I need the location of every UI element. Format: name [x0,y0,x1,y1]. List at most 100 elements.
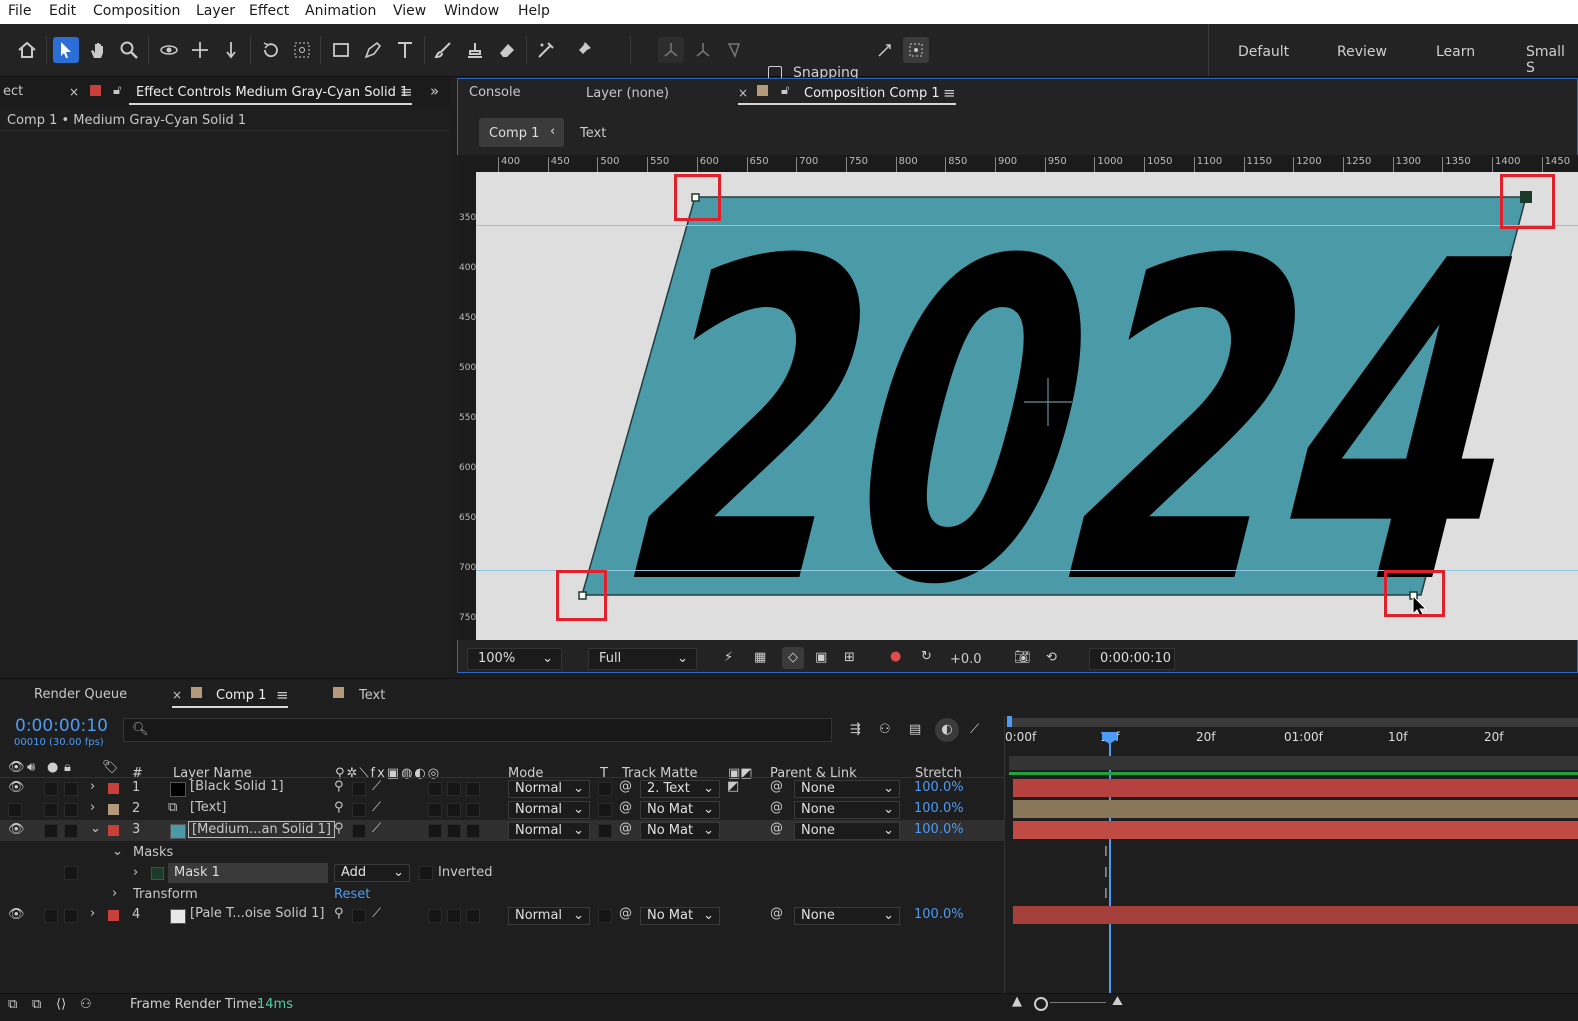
collapse-switch[interactable] [352,824,366,838]
layer-name[interactable]: [Pale T...oise Solid 1] [190,906,324,921]
layer-duration-bar[interactable] [1013,906,1578,924]
layer-label-color[interactable] [108,783,119,794]
parent-pick-whip-icon[interactable]: @ [770,779,783,794]
hand-icon[interactable] [85,37,111,63]
parent-dropdown[interactable]: None ⌄ [794,801,900,819]
menu-file[interactable]: File [8,3,31,19]
layer-label-color[interactable] [108,804,119,815]
motion-blur-icon[interactable]: ◐ [935,718,959,742]
lock-toggle[interactable] [64,803,78,817]
snap-edges-icon[interactable] [872,37,898,63]
layer-row[interactable]: 👁︎ ⌄ 3 [Medium...an Solid 1] ⚲ ⟋ Normal ⌄… [0,820,1004,841]
dolly-camera-icon[interactable] [218,37,244,63]
pick-whip-icon[interactable]: @ [619,821,632,836]
reset-exposure-icon[interactable]: ↻ [921,649,932,664]
preserve-transparency-toggle[interactable] [598,909,612,923]
stretch-value[interactable]: 100.0% [914,801,964,816]
panel-menu-icon[interactable]: ≡ [400,83,413,101]
eye-icon[interactable]: 👁︎ [8,822,25,837]
close-icon[interactable]: × [738,86,748,100]
motion-blur-switch[interactable] [447,782,461,796]
layer-row[interactable]: 👁︎ › 4 [Pale T...oise Solid 1] ⚲ ⟋ Norma… [0,905,1004,926]
close-icon[interactable]: × [172,688,182,702]
blend-mode-dropdown[interactable]: Normal ⌄ [508,822,590,840]
work-area-bar[interactable] [1007,718,1578,727]
track-matte-dropdown[interactable]: No Mat ⌄ [640,822,720,840]
render-queue-tab[interactable]: Render Queue [34,687,127,702]
blend-mode-dropdown[interactable]: Normal ⌄ [508,801,590,819]
workspace-review[interactable]: Review [1337,44,1387,60]
channels-icon[interactable]: ● [890,649,901,664]
axis-view-icon[interactable] [722,37,748,63]
lock-icon[interactable]: 🔓︎ [781,83,789,98]
eraser-icon[interactable] [494,37,520,63]
mask-name-field[interactable]: Mask 1 [168,863,328,883]
workspace-learn[interactable]: Learn [1436,44,1475,60]
mask-mode-dropdown[interactable]: Add ⌄ [334,864,410,882]
current-time-display[interactable]: 0:00:00:10 [1089,648,1175,670]
menu-animation[interactable]: Animation [305,3,376,19]
stretch-value[interactable]: 100.0% [914,907,964,922]
chevron-down-icon[interactable]: ⌄ [112,844,123,859]
layer-row[interactable]: 👁︎ › 1 [Black Solid 1] ⚲ ⟋ Normal ⌄ @ 2. … [0,778,1004,799]
expand-panels-icon[interactable]: » [430,82,439,100]
menu-window[interactable]: Window [444,3,499,19]
workspace-small-screen[interactable]: Small S [1526,44,1578,76]
shy-layers-icon[interactable]: ⚇ [879,722,891,737]
composition-tab[interactable]: Composition Comp 1 [804,86,940,101]
resolution-dropdown[interactable]: Full ⌄ [588,648,697,670]
zoom-slider-handle[interactable] [1034,997,1048,1011]
project-tab[interactable]: ect [3,84,23,99]
transform-reset-link[interactable]: Reset [334,887,370,902]
lock-toggle[interactable] [64,909,78,923]
lock-icon[interactable]: 🔓︎ [113,83,121,98]
workspace-default[interactable]: Default [1238,44,1289,60]
layer-duration-bar[interactable] [1013,800,1578,818]
anchor-point-icon[interactable] [289,37,315,63]
matte-alpha-icon[interactable]: ◩ [727,779,739,794]
pan-camera-icon[interactable] [187,37,213,63]
region-of-interest-icon[interactable]: ▣ [815,650,827,665]
layer-tab[interactable]: Layer (none) [586,86,669,101]
axis-local-icon[interactable] [658,37,684,63]
3d-layer-switch[interactable] [466,909,480,923]
type-icon[interactable] [392,37,418,63]
text-timeline-tab[interactable]: Text [359,688,385,703]
layer-name[interactable]: [Text] [190,800,226,815]
mask-visibility-icon[interactable]: ◇ [782,647,804,669]
shy-switch-icon[interactable]: ⚲ [334,906,344,921]
console-tab[interactable]: Console [469,85,521,100]
solo-toggle[interactable] [44,824,58,838]
fast-previews-icon[interactable]: ⚡︎ [724,650,733,665]
grid-guides-icon[interactable]: ⊞ [844,650,855,665]
chevron-down-icon[interactable]: ⌄ [90,821,101,836]
show-snapshot-icon[interactable]: ⟲ [1046,650,1057,665]
snap-features-icon[interactable] [903,37,929,63]
in-out-columns-icon[interactable]: ⟨⟩ [56,997,66,1012]
parent-pick-whip-icon[interactable]: @ [770,821,783,836]
chevron-right-icon[interactable]: › [90,906,95,921]
layer-switches-icon[interactable]: ⧉ [8,997,17,1012]
eye-icon[interactable]: 👁︎ [8,780,25,795]
puppet-pin-icon[interactable] [570,37,596,63]
quality-switch-icon[interactable]: ⟋ [372,821,381,836]
close-icon[interactable]: × [69,85,79,99]
axis-world-icon[interactable] [690,37,716,63]
chevron-right-icon[interactable]: › [112,886,117,901]
roto-brush-icon[interactable] [533,37,559,63]
layer-duration-bar[interactable] [1013,779,1578,797]
pick-whip-icon[interactable]: @ [619,906,632,921]
layer-duration-bar[interactable] [1013,821,1578,839]
shy-switch-icon[interactable]: ⚲ [334,800,344,815]
mask-lock-toggle[interactable] [64,866,78,880]
stretch-value[interactable]: 100.0% [914,780,964,795]
blend-mode-dropdown[interactable]: Normal ⌄ [508,907,590,925]
vertical-ruler[interactable]: 350 400 450 500 550 600 650 700 750 [457,172,476,640]
pen-icon[interactable] [360,37,386,63]
zoom-out-icon[interactable]: ▲ [1012,994,1022,1009]
layer-name[interactable]: [Medium...an Solid 1] [188,821,335,838]
parent-pick-whip-icon[interactable]: @ [770,906,783,921]
menu-layer[interactable]: Layer [196,3,235,19]
parent-dropdown[interactable]: None ⌄ [794,822,900,840]
blend-mode-dropdown[interactable]: Normal ⌄ [508,780,590,798]
